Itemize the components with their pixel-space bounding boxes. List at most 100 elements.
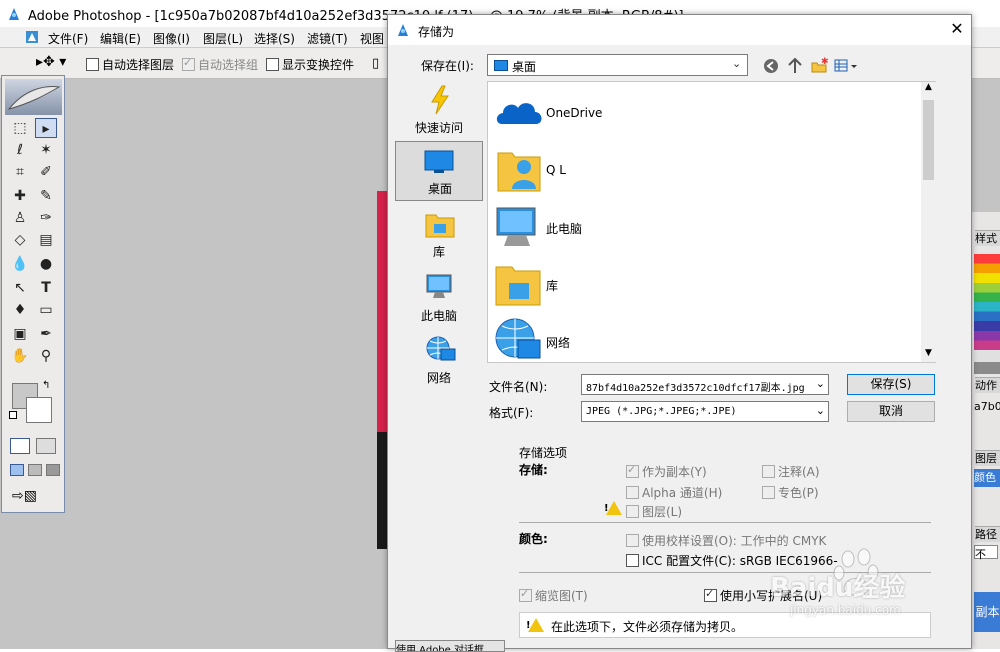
new-folder-icon[interactable]: ✱ bbox=[809, 57, 829, 75]
pen-tool-icon[interactable]: ♦ bbox=[9, 300, 31, 320]
save-in-dropdown[interactable]: 桌面 ⌄ bbox=[487, 54, 748, 76]
menu-select[interactable]: 选择(S) bbox=[254, 30, 295, 47]
jump-to-imageready-icon[interactable]: ⇨▧ bbox=[12, 488, 37, 504]
background-color-swatch[interactable] bbox=[26, 397, 52, 423]
quick-mask-mode-icon[interactable] bbox=[36, 438, 56, 454]
slice-tool-icon[interactable]: ✐ bbox=[35, 162, 57, 182]
paths-tab[interactable]: 路径 bbox=[975, 526, 1000, 542]
list-item[interactable]: 库 bbox=[494, 259, 914, 313]
show-transform-option[interactable]: 显示变换控件 bbox=[266, 56, 354, 73]
styles-tab[interactable]: 样式 bbox=[975, 230, 1000, 246]
menu-file[interactable]: 文件(F) bbox=[48, 30, 88, 47]
type-tool-icon[interactable]: T bbox=[35, 278, 57, 298]
chevron-down-icon: ⌄ bbox=[732, 57, 742, 70]
list-item[interactable]: Q L bbox=[494, 145, 914, 199]
lowercase-extension-checkbox[interactable] bbox=[704, 587, 717, 602]
list-item[interactable]: OneDrive bbox=[494, 88, 914, 142]
scroll-down-icon[interactable]: ▼ bbox=[921, 348, 936, 362]
screen-mode-full-icon[interactable] bbox=[46, 464, 60, 476]
place-this-pc[interactable]: 此电脑 bbox=[395, 269, 483, 329]
as-copy-checkbox[interactable] bbox=[626, 463, 639, 478]
layers-checkbox[interactable] bbox=[626, 505, 639, 518]
eraser-tool-icon[interactable]: ◇ bbox=[9, 230, 31, 250]
spot-colors-option[interactable]: 专色(P) bbox=[762, 484, 819, 501]
path-selection-tool-icon[interactable]: ↖ bbox=[9, 278, 31, 298]
thumbnail-checkbox[interactable] bbox=[519, 587, 532, 602]
notes-tool-icon[interactable]: ▣ bbox=[9, 324, 31, 344]
auto-select-group-option[interactable]: 自动选择组 bbox=[182, 56, 258, 73]
chevron-down-icon[interactable]: ⌄ bbox=[816, 377, 825, 390]
layer-copy-item[interactable]: 副本 bbox=[974, 592, 1000, 632]
show-transform-checkbox[interactable] bbox=[266, 58, 279, 71]
annotations-checkbox[interactable] bbox=[762, 465, 775, 478]
scroll-up-icon[interactable]: ▲ bbox=[921, 82, 936, 96]
filename-input[interactable]: 87bf4d10a252ef3d3572c10dfcf17副本.jpg ⌄ bbox=[581, 374, 829, 395]
auto-select-layer-checkbox[interactable] bbox=[86, 58, 99, 71]
alpha-channels-option[interactable]: Alpha 通道(H) bbox=[626, 484, 722, 501]
up-folder-icon[interactable] bbox=[785, 57, 805, 75]
magic-wand-tool-icon[interactable]: ✶ bbox=[35, 140, 57, 160]
scrollbar-thumb[interactable] bbox=[923, 100, 934, 180]
crop-tool-icon[interactable]: ⌗ bbox=[9, 162, 31, 182]
list-item[interactable]: 此电脑 bbox=[494, 202, 914, 256]
menu-image[interactable]: 图像(I) bbox=[153, 30, 190, 47]
svg-text:✱: ✱ bbox=[821, 57, 828, 67]
align-icon[interactable]: ▯ bbox=[372, 56, 379, 71]
as-copy-option[interactable]: 作为副本(Y) bbox=[626, 463, 707, 480]
gradient-tool-icon[interactable]: ▤ bbox=[35, 230, 57, 250]
standard-mode-icon[interactable] bbox=[10, 438, 30, 454]
menu-edit[interactable]: 编辑(E) bbox=[100, 30, 141, 47]
swatches-strip[interactable] bbox=[974, 254, 1000, 374]
actions-tab[interactable]: 动作 bbox=[975, 377, 1000, 393]
layers-tab[interactable]: 图层 bbox=[975, 450, 1000, 466]
icc-profile-checkbox[interactable] bbox=[626, 554, 639, 567]
dodge-tool-icon[interactable]: ● bbox=[35, 254, 57, 274]
alpha-channels-checkbox[interactable] bbox=[626, 486, 639, 499]
blur-tool-icon[interactable]: 💧 bbox=[9, 254, 31, 274]
spot-colors-checkbox[interactable] bbox=[762, 486, 775, 499]
annotations-option[interactable]: 注释(A) bbox=[762, 463, 820, 480]
menu-layer[interactable]: 图层(L) bbox=[203, 30, 243, 47]
eyedropper-tool-icon[interactable]: ✒ bbox=[35, 324, 57, 344]
place-quick-access[interactable]: 快速访问 bbox=[395, 79, 483, 139]
healing-brush-tool-icon[interactable]: ✚ bbox=[9, 186, 31, 206]
screen-mode-standard-icon[interactable] bbox=[10, 464, 24, 476]
thumbnail-option[interactable]: 缩览图(T) bbox=[519, 587, 588, 604]
place-desktop[interactable]: 桌面 bbox=[395, 141, 483, 201]
cancel-button[interactable]: 取消 bbox=[847, 401, 935, 422]
default-colors-icon[interactable] bbox=[9, 411, 17, 419]
zoom-tool-icon[interactable]: ⚲ bbox=[35, 346, 57, 366]
auto-select-group-checkbox[interactable] bbox=[182, 56, 195, 71]
brush-tool-icon[interactable]: ✎ bbox=[35, 186, 57, 206]
toolbox-header-feather[interactable] bbox=[5, 79, 62, 115]
hand-tool-icon[interactable]: ✋ bbox=[9, 346, 31, 366]
list-item[interactable]: 网络 bbox=[494, 316, 914, 362]
shape-tool-icon[interactable]: ▭ bbox=[35, 300, 57, 320]
auto-select-layer-option[interactable]: 自动选择图层 bbox=[86, 56, 174, 73]
use-proof-checkbox[interactable] bbox=[626, 534, 639, 547]
lasso-tool-icon[interactable]: ℓ bbox=[9, 140, 31, 160]
menu-filter[interactable]: 滤镜(T) bbox=[307, 30, 348, 47]
history-brush-tool-icon[interactable]: ✑ bbox=[35, 208, 57, 228]
clone-stamp-tool-icon[interactable]: ♙ bbox=[9, 208, 31, 228]
save-button[interactable]: 保存(S) bbox=[847, 374, 935, 395]
place-network[interactable]: 网络 bbox=[395, 331, 483, 391]
format-dropdown[interactable]: JPEG (*.JPG;*.JPEG;*.JPE) ⌄ bbox=[581, 401, 829, 422]
place-library[interactable]: 库 bbox=[395, 207, 483, 267]
back-icon[interactable] bbox=[761, 57, 781, 75]
swap-colors-icon[interactable]: ↰ bbox=[42, 380, 50, 391]
blend-dropdown[interactable]: 不 bbox=[974, 545, 998, 561]
marquee-tool-icon[interactable]: ⬚ bbox=[9, 118, 31, 138]
watermark-brand: Baidu经验 bbox=[770, 573, 906, 603]
selected-layer-color[interactable]: 颜色 bbox=[974, 469, 1000, 487]
close-icon[interactable]: ✕ bbox=[946, 18, 968, 40]
move-tool-icon[interactable]: ▸ bbox=[35, 118, 57, 138]
history-snapshot-name[interactable]: a7b02 bbox=[974, 400, 1000, 413]
menu-view[interactable]: 视图 bbox=[360, 30, 384, 47]
use-adobe-dialog-button[interactable]: 使用 Adobe 对话框 bbox=[395, 640, 505, 652]
move-tool-icon[interactable]: ▸✥ ▾ bbox=[36, 54, 66, 70]
screen-mode-full-menu-icon[interactable] bbox=[28, 464, 42, 476]
layers-option[interactable]: 图层(L) bbox=[626, 503, 682, 520]
file-list-scrollbar[interactable]: ▲ ▼ bbox=[921, 82, 936, 362]
view-menu-icon[interactable] bbox=[833, 57, 859, 75]
